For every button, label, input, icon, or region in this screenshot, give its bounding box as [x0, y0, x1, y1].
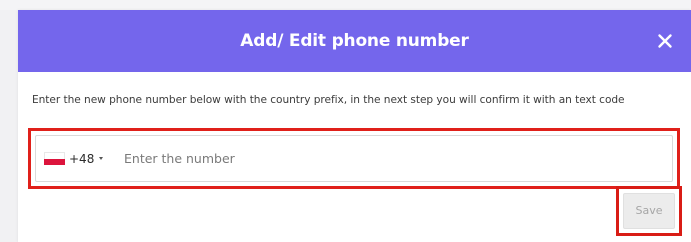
save-button-highlight: Save — [616, 186, 682, 236]
country-code: +48 — [69, 151, 95, 166]
close-icon — [658, 34, 672, 48]
modal-title: Add/ Edit phone number — [240, 31, 469, 51]
phone-field: +48 — [35, 135, 673, 182]
phone-field-highlight: +48 — [28, 128, 680, 189]
save-button[interactable]: Save — [623, 193, 675, 229]
country-code-select[interactable]: +48 — [44, 136, 104, 181]
close-button[interactable] — [653, 29, 677, 53]
phone-number-input[interactable] — [124, 144, 644, 173]
page-backdrop — [0, 0, 691, 10]
modal-header: Add/ Edit phone number — [18, 10, 691, 72]
caret-down-icon — [99, 157, 104, 160]
phone-number-modal: Add/ Edit phone number Enter the new pho… — [18, 10, 691, 242]
poland-flag-icon — [44, 152, 65, 165]
modal-description: Enter the new phone number below with th… — [32, 94, 625, 106]
